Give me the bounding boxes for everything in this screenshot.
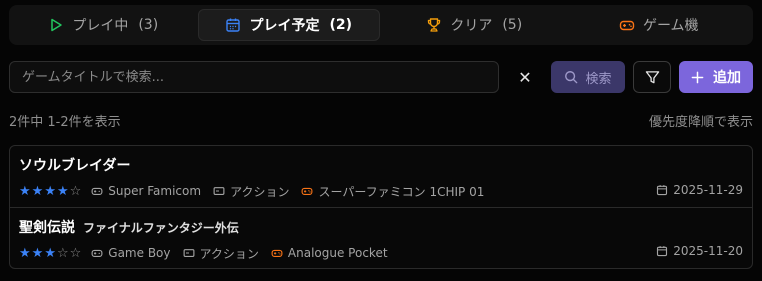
sort-label[interactable]: 優先度降順で表示 bbox=[649, 111, 753, 130]
tab-consoles[interactable]: ゲーム機 bbox=[569, 9, 750, 41]
tab-label: クリア bbox=[450, 18, 493, 34]
calendar-icon bbox=[226, 18, 241, 32]
star-filled-icon: ★ bbox=[44, 245, 56, 261]
genre-name: アクション bbox=[230, 184, 290, 199]
added-date: 2025-11-20 bbox=[656, 244, 743, 258]
tab-count: (5) bbox=[502, 17, 523, 33]
star-empty-icon: ☆ bbox=[56, 245, 69, 261]
calendar-icon bbox=[657, 246, 668, 257]
status-tabs: プレイ中 (3) プレイ予定 (2) クリア (5) ゲーム機 bbox=[9, 5, 753, 45]
search-button-label: 検索 bbox=[585, 71, 612, 87]
rating-stars: ★ ★ ★ ☆ ☆ bbox=[19, 247, 81, 260]
star-filled-icon: ★ bbox=[31, 245, 44, 261]
console-tag: Super Famicom bbox=[91, 184, 201, 198]
star-filled-icon: ★ bbox=[56, 183, 69, 199]
gamepad-icon bbox=[91, 249, 103, 257]
tab-planned[interactable]: プレイ予定 (2) bbox=[197, 9, 380, 41]
game-title: 聖剣伝説 bbox=[19, 220, 75, 236]
star-filled-icon: ★ bbox=[44, 183, 56, 199]
game-subtitle: ファイナルファンタジー外伝 bbox=[83, 221, 239, 235]
game-list: ソウルブレイダー ★ ★ ★ ★ ☆ Super Famicom アクション スーパーフ… bbox=[9, 145, 753, 269]
plus-icon bbox=[691, 71, 704, 83]
added-date: 2025-11-29 bbox=[656, 183, 743, 197]
calendar-icon bbox=[657, 185, 668, 196]
star-empty-icon: ☆ bbox=[69, 183, 82, 199]
search-button[interactable]: 検索 bbox=[551, 61, 625, 93]
platform-name: Analogue Pocket bbox=[287, 246, 388, 260]
result-count: 2件中 1-2件を表示 bbox=[9, 115, 121, 130]
star-filled-icon: ★ bbox=[19, 183, 31, 199]
tab-count: (2) bbox=[329, 17, 353, 33]
genre-tag: アクション bbox=[213, 183, 289, 200]
trophy-icon bbox=[428, 18, 441, 32]
play-icon bbox=[51, 18, 63, 32]
game-title: ソウルブレイダー bbox=[19, 158, 131, 174]
console-tag: Game Boy bbox=[91, 246, 171, 260]
tag-icon bbox=[213, 187, 225, 195]
tab-label: ゲーム機 bbox=[642, 18, 699, 34]
star-filled-icon: ★ bbox=[19, 245, 31, 261]
star-filled-icon: ★ bbox=[31, 183, 44, 199]
search-icon bbox=[565, 71, 578, 84]
genre-name: アクション bbox=[199, 246, 259, 261]
date-value: 2025-11-20 bbox=[673, 244, 743, 258]
tab-playing[interactable]: プレイ中 (3) bbox=[13, 9, 194, 41]
gamepad-icon bbox=[271, 249, 283, 257]
filter-icon bbox=[645, 70, 659, 83]
star-empty-icon: ☆ bbox=[69, 245, 82, 261]
tab-label: プレイ予定 bbox=[249, 18, 320, 34]
search-input[interactable] bbox=[9, 61, 499, 93]
tab-label: プレイ中 bbox=[72, 18, 129, 34]
gamepad-icon bbox=[619, 20, 635, 31]
add-button-label: 追加 bbox=[713, 70, 741, 86]
rating-stars: ★ ★ ★ ★ ☆ bbox=[19, 185, 81, 198]
platform-tag: スーパーファミコン 1CHIP 01 bbox=[301, 183, 484, 200]
gamepad-icon bbox=[91, 187, 103, 195]
console-name: Super Famicom bbox=[108, 184, 202, 198]
filter-button[interactable] bbox=[633, 61, 671, 93]
platform-name: スーパーファミコン 1CHIP 01 bbox=[318, 184, 485, 199]
date-value: 2025-11-29 bbox=[673, 183, 743, 197]
tab-count: (3) bbox=[138, 17, 159, 33]
gamepad-icon bbox=[302, 187, 313, 195]
tag-icon bbox=[183, 249, 194, 257]
console-name: Game Boy bbox=[108, 246, 171, 260]
tab-cleared[interactable]: クリア (5) bbox=[384, 9, 565, 41]
clear-search-button[interactable]: ✕ bbox=[512, 63, 538, 91]
platform-tag: Analogue Pocket bbox=[271, 246, 388, 260]
genre-tag: アクション bbox=[183, 245, 259, 262]
list-item[interactable]: 聖剣伝説 ファイナルファンタジー外伝 ★ ★ ★ ☆ ☆ Game Boy アクション … bbox=[10, 207, 752, 268]
list-item[interactable]: ソウルブレイダー ★ ★ ★ ★ ☆ Super Famicom アクション スーパーフ… bbox=[10, 146, 752, 207]
add-game-button[interactable]: 追加 bbox=[679, 61, 753, 93]
